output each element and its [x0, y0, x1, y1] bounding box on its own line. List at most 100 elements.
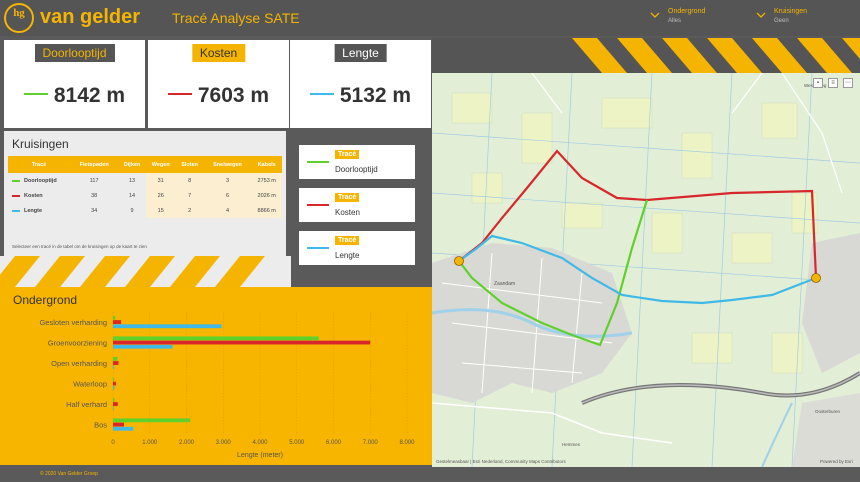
kpi-value: 5132 m [339, 84, 412, 107]
bar [113, 385, 115, 390]
end-point-icon[interactable] [811, 273, 821, 283]
bar [113, 340, 371, 345]
x-tick-label: 4.000 [252, 440, 268, 446]
column-header[interactable]: Dijken [118, 156, 146, 173]
trace-name-cell: Kosten [8, 188, 70, 203]
table-cell: 3 [203, 173, 252, 188]
trace-name: Doorlooptijd [24, 177, 57, 184]
x-tick-label: 6.000 [326, 440, 342, 446]
legend-tag: Tracé [335, 236, 360, 245]
kpi-value: 8142 m [53, 84, 126, 107]
filter-value: Alles [668, 18, 682, 24]
red-line-icon [167, 93, 192, 96]
legend-label: Kosten [335, 208, 360, 217]
blue-line-icon [12, 210, 20, 212]
table-cell: 13 [129, 177, 136, 184]
table-cell: 2026 m [251, 188, 282, 203]
red-line-icon [307, 204, 329, 206]
bar [113, 406, 114, 411]
legend-card-lengte[interactable]: Tracé Lengte [299, 231, 415, 265]
map-place-label: Zaandam [494, 281, 515, 287]
x-tick-label: 7.000 [363, 440, 379, 446]
y-category-label: Waterloop [73, 379, 107, 388]
bar [113, 336, 319, 341]
kpi-card-doorlooptijd: Doorlooptijd 8142 m [4, 40, 145, 128]
bar [113, 418, 191, 423]
red-line-icon [12, 195, 20, 197]
filter-title: Ondergrond [668, 8, 706, 15]
legend-card-doorlooptijd[interactable]: Tracé Doorlooptijd [299, 145, 415, 179]
legend-label: Lengte [335, 251, 360, 260]
table-cell: 26 [145, 188, 176, 203]
legend-tag: Tracé [335, 150, 360, 159]
map-place-label: Hemmes [562, 442, 581, 447]
bar [113, 365, 115, 370]
kpi-value: 7603 m [197, 84, 270, 107]
bar [113, 324, 222, 329]
kpi-value-wrap: 5132 m [290, 84, 431, 108]
top-bar: hg van gelder Tracé Analyse SATE Ondergr… [0, 0, 860, 36]
route-map[interactable]: Zaandam Westerweg Hemmes Oosterburen [432, 73, 860, 467]
y-category-label: Gesloten verharding [39, 318, 107, 327]
map-canvas[interactable]: Zaandam Westerweg Hemmes Oosterburen [432, 73, 860, 467]
table-cell: 2753 m [251, 173, 282, 188]
table-cell: 15 [145, 203, 176, 218]
column-header[interactable]: Kabels [251, 156, 282, 173]
bar [113, 397, 115, 402]
column-header[interactable]: Wegen [145, 156, 176, 173]
x-tick-label: 5.000 [289, 440, 305, 446]
page-title: Tracé Analyse SATE [172, 10, 300, 26]
table-cell: 6 [203, 188, 252, 203]
kpi-label: Doorlooptijd [34, 44, 115, 62]
legend-label: Doorlooptijd [335, 165, 378, 174]
table-cell: 34 [91, 207, 98, 214]
table-cell: 117 [89, 177, 99, 184]
table-cell: 8 [175, 173, 204, 188]
kpi-value-wrap: 7603 m [148, 84, 289, 108]
x-tick-label: 3.000 [216, 440, 232, 446]
kpi-card-kosten: Kosten 7603 m [148, 40, 289, 128]
start-point-icon[interactable] [454, 256, 464, 266]
table-cell: 31 [145, 173, 176, 188]
bar [113, 377, 115, 382]
x-tick-label: 2.000 [179, 440, 195, 446]
map-focus-icon[interactable]: ▪ [813, 78, 823, 88]
blue-line-icon [307, 247, 329, 249]
y-category-label: Half verhard [66, 400, 107, 409]
kpi-value-wrap: 8142 m [4, 84, 145, 108]
table-cell: 4 [203, 203, 252, 218]
y-category-label: Groenvoorziening [48, 338, 107, 347]
blue-line-icon [309, 93, 334, 96]
ondergrond-bar-chart[interactable]: 0 1.000 2.000 3.000 4.000 5.000 6.000 7.000 8.00… [0, 287, 432, 465]
table-footnote: Selecteer een tracé in de tabel om de kr… [12, 244, 147, 249]
bar [113, 426, 134, 431]
kpi-card-lengte: Lengte 5132 m [290, 40, 431, 128]
kruisingen-table: Tracé Fietspaden Dijken Wegen Sloten Sne… [8, 156, 282, 218]
table-cell: 8866 m [251, 203, 282, 218]
table-row[interactable]: Kosten 38 14 26 7 6 2026 m [8, 188, 282, 203]
map-layers-icon[interactable]: ≡ [828, 78, 838, 88]
kruisingen-title: Kruisingen [12, 137, 69, 151]
column-header[interactable]: Sloten [175, 156, 204, 173]
x-tick-label: 8.000 [399, 440, 415, 446]
column-header[interactable]: Tracé [8, 156, 70, 173]
table-cell: 9 [130, 207, 134, 214]
copyright-footer: © 2020 Van Gelder Groep [40, 471, 98, 477]
table-header-row: Tracé Fietspaden Dijken Wegen Sloten Sne… [8, 156, 282, 173]
hazard-stripes-top [432, 38, 860, 73]
table-row[interactable]: Lengte 34 9 15 2 4 8866 m [8, 203, 282, 218]
y-category-label: Open verharding [51, 359, 107, 368]
y-category-label: Bos [94, 420, 107, 429]
hazard-stripes-middle [0, 256, 291, 287]
table-cell: 14 [129, 192, 136, 199]
column-header[interactable]: Fietspaden [70, 156, 119, 173]
map-more-icon[interactable]: ⋯ [843, 78, 853, 88]
chevron-down-icon [650, 12, 660, 18]
column-header[interactable]: Snelwegen [203, 156, 252, 173]
table-row[interactable]: Doorlooptijd 117 13 31 8 3 2753 m [8, 173, 282, 188]
bar [113, 344, 173, 349]
green-line-icon [23, 93, 48, 96]
legend-card-kosten[interactable]: Tracé Kosten [299, 188, 415, 222]
chevron-down-icon [756, 12, 766, 18]
bar [113, 315, 116, 320]
